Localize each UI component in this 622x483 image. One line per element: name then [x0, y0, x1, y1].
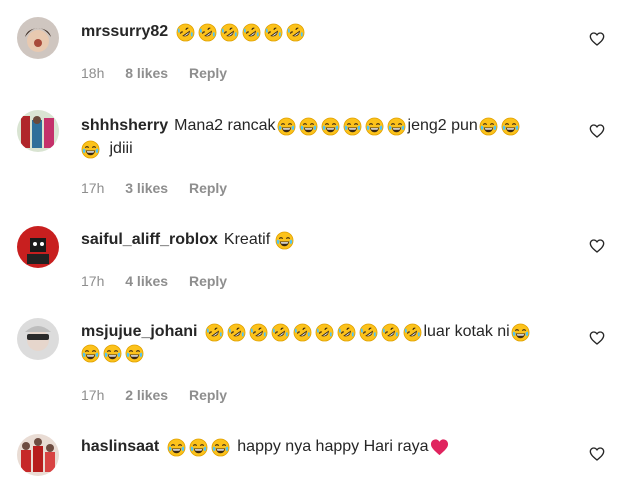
rofl-emoji [337, 323, 356, 342]
rofl-emoji [271, 323, 290, 342]
rofl-emoji [205, 323, 224, 342]
rofl-emoji [176, 23, 195, 42]
rofl-emoji [198, 23, 217, 42]
joy-emoji [501, 117, 520, 136]
username-link[interactable]: saiful_aliff_roblox [81, 228, 218, 252]
comment-text-line: shhhsherry Mana2 rancak jeng2 pun [81, 114, 522, 138]
avatar[interactable] [17, 110, 59, 152]
like-heart-icon[interactable] [589, 446, 605, 462]
joy-emoji [125, 344, 144, 363]
username-link[interactable]: shhhsherry [81, 114, 168, 138]
comment-text: jdiii [109, 140, 133, 157]
like-heart-icon[interactable] [589, 238, 605, 254]
avatar[interactable] [17, 434, 59, 476]
rofl-emoji [286, 23, 305, 42]
comment-meta: 17h 2 likes Reply [81, 387, 244, 403]
rofl-emoji [227, 323, 246, 342]
comment-time: 17h [81, 387, 105, 403]
like-heart-icon[interactable] [589, 123, 605, 139]
joy-emoji [81, 344, 100, 363]
comment-text: Kreatif [223, 231, 271, 248]
joy-emoji [211, 438, 230, 457]
joy-emoji [299, 117, 318, 136]
reply-button[interactable]: Reply [189, 387, 227, 403]
joy-emoji [81, 140, 100, 159]
joy-emoji [189, 438, 208, 457]
joy-emoji [365, 117, 384, 136]
comment-text-line: mrssurry82 [81, 20, 306, 44]
reply-button[interactable]: Reply [189, 180, 227, 196]
comment-time: 18h [81, 65, 105, 81]
reply-button[interactable]: Reply [189, 273, 227, 289]
comment-text: luar kotak ni [423, 323, 510, 340]
rofl-emoji [242, 23, 261, 42]
comment-time: 17h [81, 273, 105, 289]
joy-emoji [103, 344, 122, 363]
joy-emoji [321, 117, 340, 136]
joy-emoji [275, 231, 294, 250]
rofl-emoji [403, 323, 422, 342]
joy-emoji [277, 117, 296, 136]
comment-text: happy nya happy Hari raya [237, 438, 429, 455]
likes-count[interactable]: 2 likes [125, 387, 168, 403]
comment-meta: 17h 4 likes Reply [81, 273, 244, 289]
joy-emoji [387, 117, 406, 136]
avatar[interactable] [17, 17, 59, 59]
comment-meta: 18h 8 likes Reply [81, 65, 244, 81]
rofl-emoji [220, 23, 239, 42]
comment-meta: 17h 3 likes Reply [81, 180, 244, 196]
joy-emoji [511, 323, 530, 342]
avatar[interactable] [17, 318, 59, 360]
username-link[interactable]: haslinsaat [81, 435, 159, 459]
comment-text-line [81, 344, 146, 363]
comment-text-line: haslinsaat happy nya happy Hari raya [81, 435, 451, 459]
username-link[interactable]: msjujue_johani [81, 320, 197, 344]
rofl-emoji [359, 323, 378, 342]
likes-count[interactable]: 8 likes [125, 65, 168, 81]
comment-text: Mana2 rancak [174, 117, 276, 134]
like-heart-icon[interactable] [589, 31, 605, 47]
comment-text-line: jdiii [81, 137, 133, 161]
likes-count[interactable]: 4 likes [125, 273, 168, 289]
rofl-emoji [249, 323, 268, 342]
joy-emoji [343, 117, 362, 136]
rofl-emoji [381, 323, 400, 342]
joy-emoji [479, 117, 498, 136]
joy-emoji [167, 438, 186, 457]
comment-text-line: saiful_aliff_roblox Kreatif [81, 228, 296, 252]
red-heart-emoji [430, 438, 449, 457]
rofl-emoji [293, 323, 312, 342]
comment-time: 17h [81, 180, 105, 196]
like-heart-icon[interactable] [589, 330, 605, 346]
username-link[interactable]: mrssurry82 [81, 20, 168, 44]
avatar[interactable] [17, 226, 59, 268]
comment-text-line: msjujue_johani luar kotak ni [81, 320, 532, 344]
reply-button[interactable]: Reply [189, 65, 227, 81]
likes-count[interactable]: 3 likes [125, 180, 168, 196]
rofl-emoji [315, 323, 334, 342]
comment-text: jeng2 pun [407, 117, 478, 134]
rofl-emoji [264, 23, 283, 42]
